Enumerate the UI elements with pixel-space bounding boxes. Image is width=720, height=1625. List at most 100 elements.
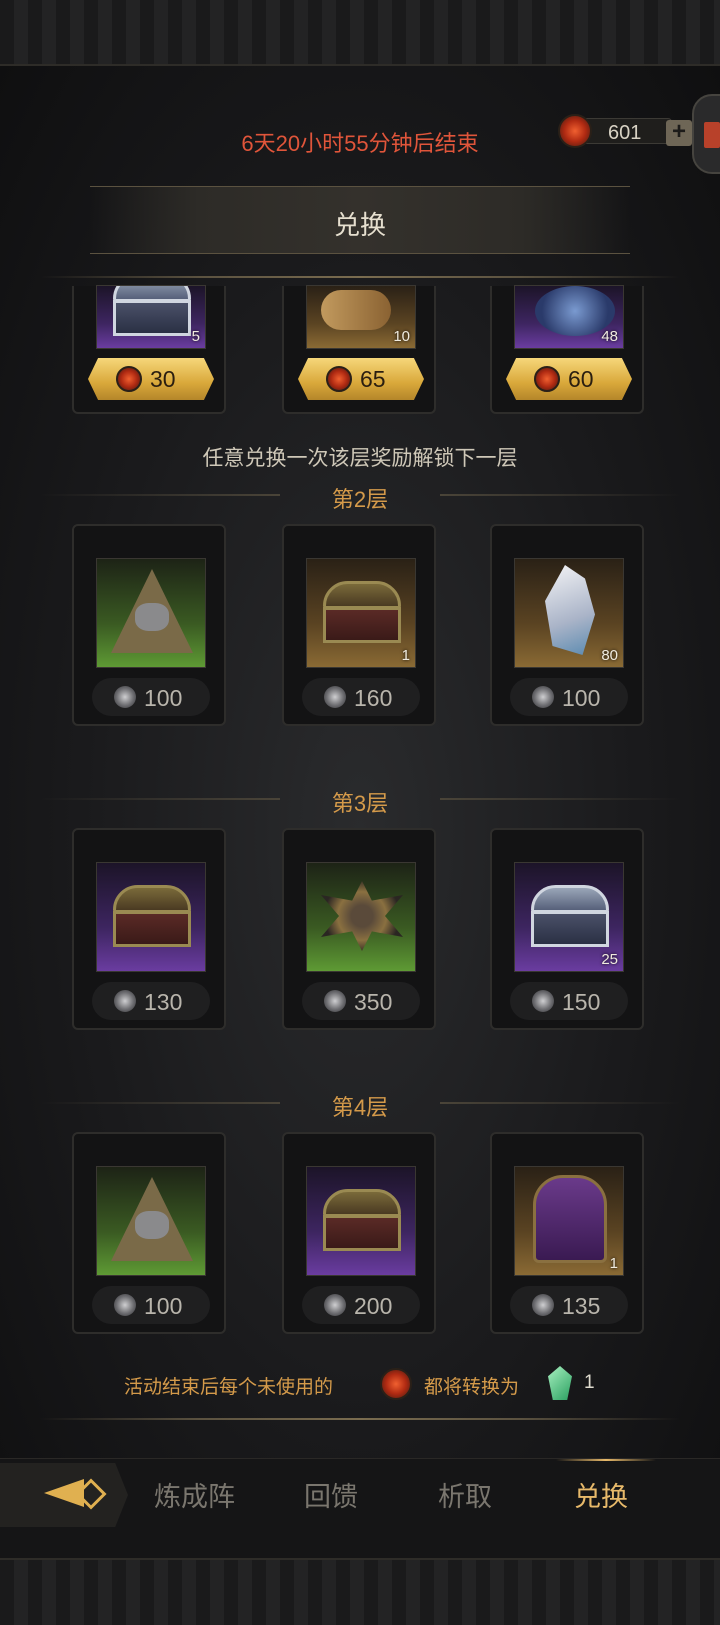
price-value: 60 (568, 366, 594, 392)
currency-display: 601 + (548, 114, 698, 148)
add-currency-button[interactable]: + (666, 120, 692, 146)
crystal-ore-icon (545, 565, 595, 655)
tab-extract[interactable]: 析取 (438, 1475, 492, 1514)
green-crystal-icon (548, 1366, 572, 1400)
floor-header: 第3层 (0, 784, 720, 816)
buy-price-button[interactable]: 160 (302, 678, 420, 716)
silver-coin-icon (114, 1294, 136, 1316)
price-value: 30 (150, 366, 176, 392)
exchange-item-card[interactable]: 100 (72, 524, 226, 726)
spiked-relic-icon (321, 881, 403, 951)
relic-core (135, 1211, 169, 1239)
divider (440, 1102, 680, 1104)
fire-gem-icon (116, 366, 142, 392)
floor-header: 第2层 (0, 480, 720, 512)
item-thumbnail: 48 (514, 285, 624, 349)
buy-price-button[interactable]: 100 (92, 1286, 210, 1324)
exchange-panel: 6天20小时55分钟后结束 601 + 兑换 5 30 10 65 48 60 … (0, 66, 720, 1458)
silver-coin-icon (324, 990, 346, 1012)
fire-gem-icon (326, 366, 352, 392)
item-thumbnail: 25 (514, 862, 624, 972)
exchange-item-card[interactable]: 10 65 (282, 285, 436, 414)
price-value: 100 (562, 685, 601, 711)
floor-label: 第2层 (331, 487, 389, 512)
side-menu-tab[interactable] (692, 94, 720, 174)
item-thumbnail (96, 1166, 206, 1276)
price-value: 160 (354, 685, 393, 711)
item-qty: 48 (601, 328, 618, 345)
silver-coin-icon (114, 686, 136, 708)
top-frame (0, 0, 720, 66)
item-qty: 80 (601, 647, 618, 664)
silver-chest-icon (531, 885, 609, 947)
title-banner: 兑换 (90, 186, 630, 254)
buy-price-button[interactable]: 30 (88, 358, 214, 400)
buy-price-button[interactable]: 60 (506, 358, 632, 400)
exchange-item-card[interactable]: 1 135 (490, 1132, 644, 1334)
divider (440, 494, 680, 496)
notice-text-part1: 活动结束后每个未使用的 (124, 1377, 334, 1398)
item-thumbnail (306, 1166, 416, 1276)
exchange-item-card[interactable]: 80 100 (490, 524, 644, 726)
exchange-item-card[interactable]: 100 (72, 1132, 226, 1334)
buy-price-button[interactable]: 135 (510, 1286, 628, 1324)
treasure-chest-icon (323, 1189, 401, 1251)
item-qty: 10 (393, 328, 410, 345)
currency-value: 601 (608, 122, 642, 144)
item-qty: 5 (191, 328, 200, 345)
item-thumbnail: 5 (96, 285, 206, 349)
buy-price-button[interactable]: 100 (510, 678, 628, 716)
silver-coin-icon (532, 1294, 554, 1316)
relic-core (135, 603, 169, 631)
silver-coin-icon (324, 686, 346, 708)
price-value: 100 (144, 685, 183, 711)
buy-price-button[interactable]: 350 (302, 982, 420, 1020)
item-thumbnail: 10 (306, 285, 416, 349)
buy-price-button[interactable]: 100 (92, 678, 210, 716)
divider (440, 798, 680, 800)
fire-gem-icon (558, 114, 592, 148)
tab-exchange[interactable]: 兑换 (574, 1475, 628, 1514)
buy-price-button[interactable]: 200 (302, 1286, 420, 1324)
back-button[interactable] (0, 1463, 128, 1527)
silver-coin-icon (532, 686, 554, 708)
item-thumbnail: 1 (514, 1166, 624, 1276)
item-thumbnail: 80 (514, 558, 624, 668)
exchange-item-card[interactable]: 48 60 (490, 285, 644, 414)
tab-alchemy-array[interactable]: 炼成阵 (154, 1475, 235, 1514)
exchange-item-card[interactable]: 1 160 (282, 524, 436, 726)
exchange-item-card[interactable]: 350 (282, 828, 436, 1030)
item-qty: 1 (609, 1255, 618, 1272)
buy-price-button[interactable]: 130 (92, 982, 210, 1020)
fire-gem-icon (380, 1368, 412, 1400)
bottom-frame (0, 1558, 720, 1625)
exchange-item-card[interactable]: 130 (72, 828, 226, 1030)
notice-text-part2: 都将转换为 (424, 1377, 520, 1398)
item-thumbnail (306, 862, 416, 972)
tab-rewards[interactable]: 回馈 (304, 1475, 358, 1514)
floor-header: 第4层 (0, 1088, 720, 1120)
item-thumbnail (96, 558, 206, 668)
price-value: 150 (562, 989, 601, 1015)
book-icon (704, 122, 720, 148)
unlock-tip: 任意兑换一次该层奖励解锁下一层 (202, 447, 518, 470)
price-value: 100 (144, 1293, 183, 1319)
exchange-item-card[interactable]: 25 150 (490, 828, 644, 1030)
divider (40, 1418, 680, 1420)
divider (40, 276, 680, 278)
item-thumbnail (96, 862, 206, 972)
buy-price-button[interactable]: 65 (298, 358, 424, 400)
item-qty: 25 (601, 951, 618, 968)
price-value: 130 (144, 989, 183, 1015)
bottom-tab-bar: 炼成阵 回馈 析取 兑换 (0, 1458, 720, 1558)
treasure-chest-icon (323, 581, 401, 643)
price-value: 350 (354, 989, 393, 1015)
silver-coin-icon (114, 990, 136, 1012)
dark-chest-icon (533, 1175, 607, 1263)
buy-price-button[interactable]: 150 (510, 982, 628, 1020)
conversion-notice: 活动结束后每个未使用的 都将转换为 1 (0, 1366, 720, 1402)
exchange-item-card[interactable]: 200 (282, 1132, 436, 1334)
item-qty: 1 (401, 647, 410, 664)
price-value: 135 (562, 1293, 601, 1319)
exchange-item-card[interactable]: 5 30 (72, 285, 226, 414)
